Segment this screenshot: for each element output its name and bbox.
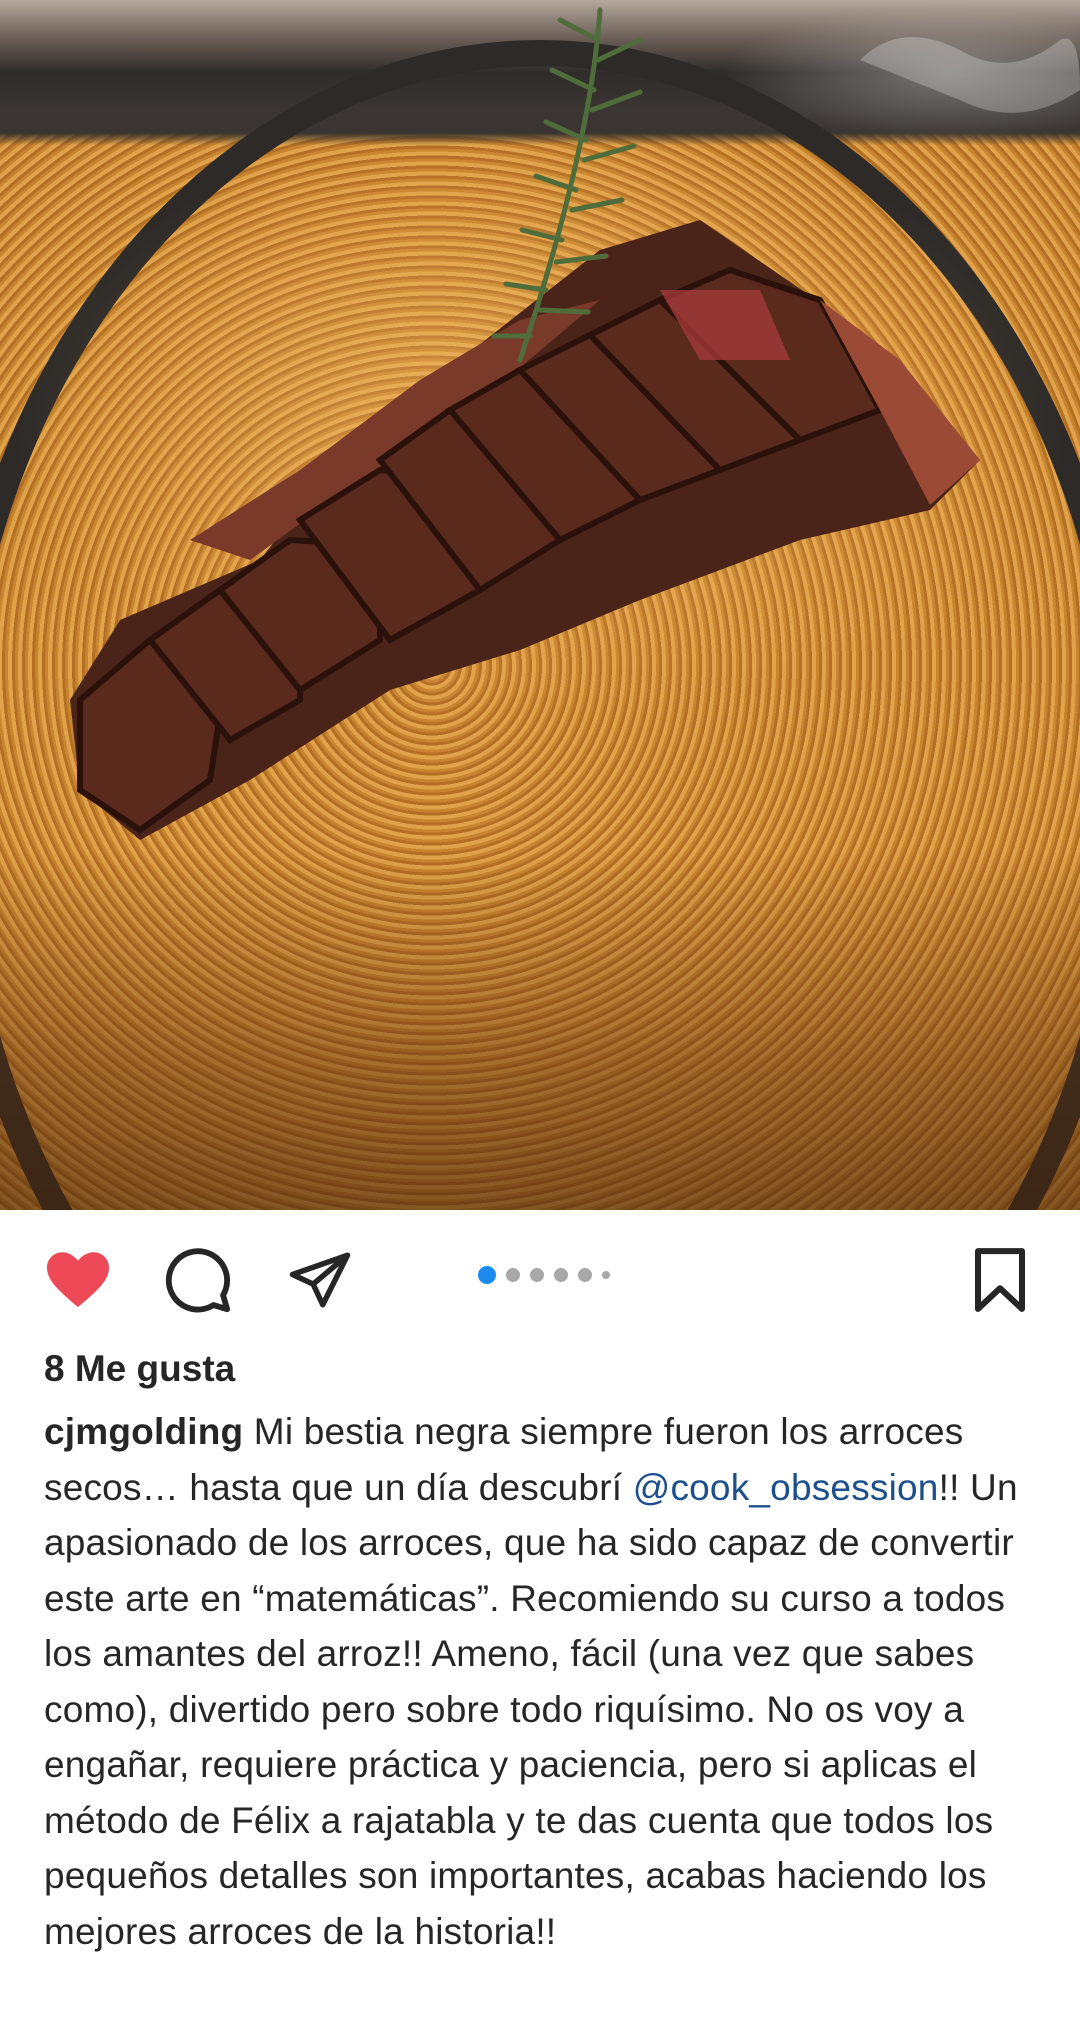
likes-count[interactable]: 8 Me gusta bbox=[44, 1348, 235, 1390]
post-photo[interactable] bbox=[0, 0, 1080, 1210]
post-caption: cjmgolding Mi bestia negra siempre fuero… bbox=[44, 1404, 1044, 1959]
carousel-dot bbox=[530, 1268, 544, 1282]
smoke bbox=[860, 37, 1080, 113]
caption-mention-link[interactable]: @cook_obsession bbox=[633, 1467, 939, 1508]
send-icon[interactable] bbox=[282, 1242, 358, 1318]
carousel-dot-more bbox=[602, 1271, 610, 1279]
carousel-dot bbox=[554, 1268, 568, 1282]
carousel-dot bbox=[578, 1268, 592, 1282]
carousel-indicator bbox=[478, 1265, 610, 1285]
steak bbox=[70, 220, 980, 840]
comment-icon[interactable] bbox=[160, 1242, 236, 1318]
bookmark-icon[interactable] bbox=[962, 1242, 1038, 1318]
heart-filled-icon[interactable] bbox=[40, 1244, 116, 1314]
steak-illustration bbox=[70, 7, 1080, 840]
carousel-dot-active bbox=[478, 1266, 496, 1284]
caption-text-part-2: !! Un apasionado de los arroces, que ha … bbox=[44, 1466, 1018, 1952]
caption-username[interactable]: cjmgolding bbox=[44, 1411, 243, 1452]
carousel-dot bbox=[506, 1268, 520, 1282]
